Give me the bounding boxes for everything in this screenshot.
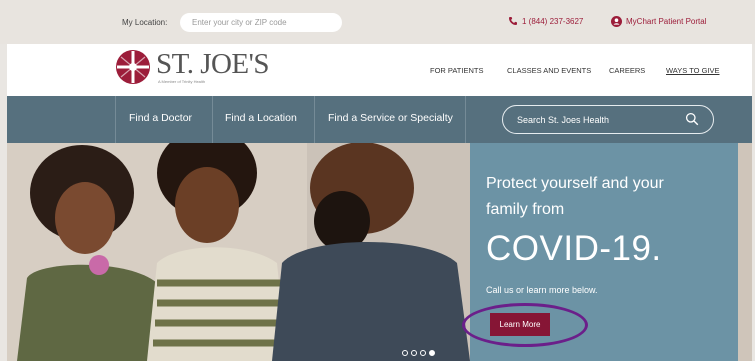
nav-divider bbox=[212, 96, 213, 143]
phone-icon bbox=[508, 16, 518, 26]
next-slide-peek bbox=[738, 143, 752, 361]
nav-divider bbox=[314, 96, 315, 143]
hero-carousel: Protect yourself and your family from CO… bbox=[7, 143, 752, 361]
main-nav-bar: Find a Doctor Find a Location Find a Ser… bbox=[7, 96, 752, 143]
family-photo bbox=[7, 143, 470, 361]
nav-divider bbox=[115, 96, 116, 143]
nav-careers[interactable]: CAREERS bbox=[609, 66, 645, 75]
promo-headline: COVID-19. bbox=[486, 229, 662, 268]
nav-divider bbox=[465, 96, 466, 143]
find-location-link[interactable]: Find a Location bbox=[225, 112, 297, 124]
promo-line-2: family from bbox=[486, 201, 565, 218]
phone-number: 1 (844) 237-3627 bbox=[522, 16, 584, 26]
portal-label: MyChart Patient Portal bbox=[626, 17, 707, 26]
search-icon[interactable] bbox=[685, 112, 699, 131]
search-input[interactable] bbox=[517, 113, 677, 127]
find-service-link[interactable]: Find a Service or Specialty bbox=[328, 112, 453, 124]
logo-cross-icon bbox=[115, 49, 151, 85]
find-doctor-link[interactable]: Find a Doctor bbox=[129, 112, 192, 124]
annotation-circle bbox=[462, 303, 588, 347]
carousel-dot[interactable] bbox=[411, 350, 417, 356]
nav-ways-to-give[interactable]: WAYS TO GIVE bbox=[666, 66, 720, 75]
carousel-dot[interactable] bbox=[429, 350, 435, 356]
location-label: My Location: bbox=[122, 18, 168, 27]
site-search bbox=[502, 105, 714, 134]
carousel-dots bbox=[402, 350, 435, 356]
user-icon bbox=[611, 16, 622, 27]
logo-name: ST. JOE'S bbox=[156, 48, 270, 80]
promo-line-1: Protect yourself and your bbox=[486, 175, 664, 192]
mychart-portal-link[interactable]: MyChart Patient Portal bbox=[611, 16, 706, 27]
logo-subtitle: A Member of Trinity Health bbox=[158, 79, 206, 84]
logo[interactable]: ST. JOE'S A Member of Trinity Health bbox=[115, 48, 270, 85]
phone-link[interactable]: 1 (844) 237-3627 bbox=[508, 16, 583, 26]
carousel-dot[interactable] bbox=[420, 350, 426, 356]
site-header: ST. JOE'S A Member of Trinity Health FOR… bbox=[7, 44, 752, 96]
utility-bar: My Location: 1 (844) 237-3627 MyChart Pa… bbox=[0, 0, 755, 44]
location-input[interactable] bbox=[180, 13, 342, 32]
nav-for-patients[interactable]: FOR PATIENTS bbox=[430, 66, 483, 75]
promo-subtext: Call us or learn more below. bbox=[486, 285, 598, 295]
carousel-dot[interactable] bbox=[402, 350, 408, 356]
nav-classes-events[interactable]: CLASSES AND EVENTS bbox=[507, 66, 591, 75]
